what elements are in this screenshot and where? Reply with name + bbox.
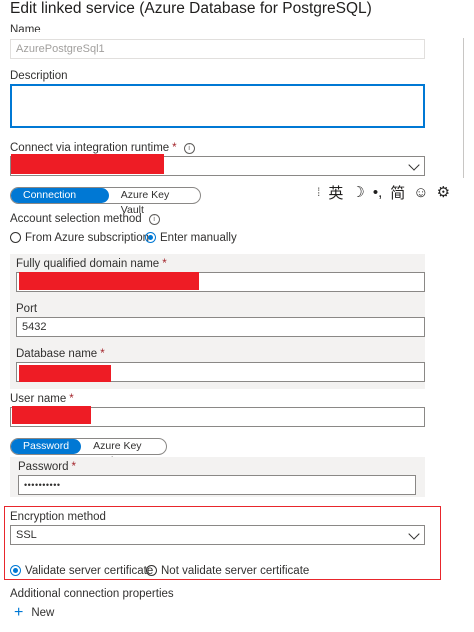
ime-simplified-button[interactable]: 简 [386, 182, 409, 203]
radio-icon[interactable] [10, 232, 21, 243]
add-new-property-button[interactable]: + New [14, 604, 54, 621]
integration-runtime-select[interactable] [10, 154, 425, 176]
dialog-title: Edit linked service (Azure Database for … [10, 0, 372, 17]
integration-runtime-label: Connect via integration runtime * i [10, 142, 195, 154]
scroll-divider [463, 38, 464, 178]
encryption-method-label: Encryption method [10, 511, 106, 523]
encryption-method-select[interactable]: SSL [10, 525, 425, 545]
smiley-icon[interactable]: ☺ [409, 184, 432, 201]
radio-selected-icon[interactable] [10, 565, 21, 576]
redacted-value [19, 365, 111, 382]
gear-icon[interactable]: ⚙ [433, 183, 454, 201]
database-name-input[interactable] [16, 362, 425, 382]
tab-connection-string[interactable]: Connection string [11, 188, 109, 216]
radio-selected-icon[interactable] [145, 232, 156, 243]
additional-properties-label: Additional connection properties [10, 588, 174, 600]
fqdn-label: Fully qualified domain name * [16, 258, 167, 270]
chevron-down-icon [408, 528, 420, 540]
plus-icon: + [14, 604, 24, 621]
port-label: Port [16, 303, 38, 315]
ime-grip[interactable]: ⁞ [313, 185, 324, 199]
connection-tabs: Connection string Azure Key Vault [10, 187, 201, 216]
ime-english-button[interactable]: 英 [324, 182, 347, 203]
info-icon[interactable]: i [183, 143, 195, 154]
tab-azure-key-vault[interactable]: Azure Key Vault [109, 188, 200, 216]
database-name-label: Database name * [16, 348, 105, 360]
name-input[interactable]: AzurePostgreSql1 [10, 39, 425, 59]
user-name-input[interactable] [10, 406, 425, 427]
tab-azure-key-vault[interactable]: Azure Key Vault [81, 439, 166, 467]
tab-password[interactable]: Password [11, 439, 82, 454]
chevron-down-icon [408, 159, 420, 171]
radio-validate-certificate[interactable]: Validate server certificate [10, 565, 153, 577]
account-selection-label: Account selection method i [10, 213, 160, 225]
radio-from-subscription[interactable]: From Azure subscription [10, 232, 149, 244]
radio-not-validate-certificate[interactable]: Not validate server certificate [146, 565, 309, 577]
radio-enter-manually[interactable]: Enter manually [145, 232, 237, 244]
user-name-label: User name * [10, 393, 74, 405]
password-label: Password * [18, 461, 76, 473]
redacted-value [19, 272, 199, 290]
ime-toolbar: ⁞ 英 ☽ •, 简 ☺ ⚙ [313, 181, 455, 203]
description-label: Description [10, 70, 68, 82]
password-input[interactable]: •••••••••• [18, 475, 416, 495]
redacted-value [12, 406, 91, 424]
moon-icon[interactable]: ☽ [347, 183, 368, 201]
radio-icon[interactable] [146, 565, 157, 576]
punctuation-icon[interactable]: •, [369, 184, 386, 201]
name-label: Name [10, 24, 41, 32]
info-icon[interactable]: i [148, 214, 160, 225]
port-input[interactable]: 5432 [16, 317, 425, 337]
fqdn-input[interactable] [16, 272, 425, 292]
description-textarea[interactable] [10, 84, 425, 128]
redacted-value [11, 154, 164, 174]
password-tabs: Password Azure Key Vault [10, 438, 167, 467]
